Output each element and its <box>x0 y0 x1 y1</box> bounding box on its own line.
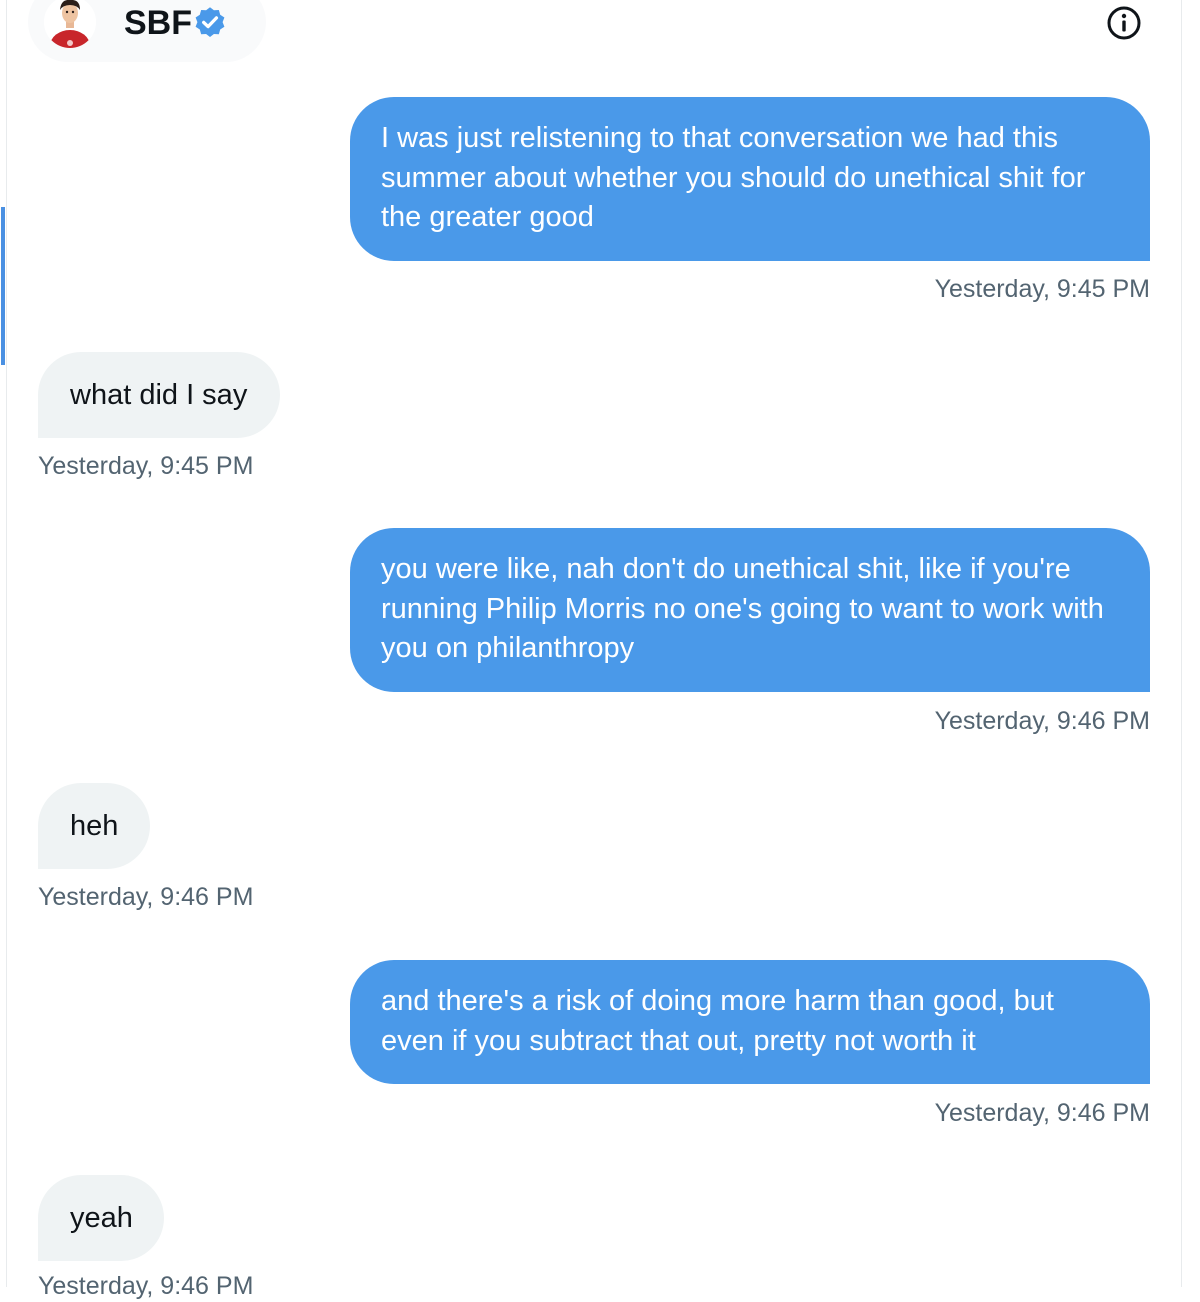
message-timestamp: Yesterday, 9:45 PM <box>38 452 254 480</box>
message-text: heh <box>70 810 119 842</box>
incoming-message[interactable]: yeah <box>38 1175 164 1261</box>
outgoing-message[interactable]: and there's a risk of doing more harm th… <box>350 960 1150 1084</box>
message-timestamp: Yesterday, 9:46 PM <box>934 1099 1150 1127</box>
message-line: summer about whether you should do uneth… <box>381 161 1086 194</box>
outgoing-message[interactable]: you were like, nah don't do unethical sh… <box>350 528 1150 692</box>
incoming-message[interactable]: heh <box>38 783 150 869</box>
message-line: you were like, nah don't do unethical sh… <box>381 553 1071 585</box>
message-line: and there's a risk of doing more harm th… <box>381 985 1054 1017</box>
message-text: yeah <box>70 1202 133 1234</box>
contact-name[interactable]: SBF <box>124 2 192 44</box>
message-line: you on philanthropy <box>381 632 635 664</box>
message-timestamp: Yesterday, 9:46 PM <box>38 883 254 911</box>
message-line: the greater good <box>381 201 594 233</box>
message-timestamp: Yesterday, 9:45 PM <box>934 275 1150 303</box>
message-line: even if you subtract that out, pretty no… <box>381 1024 976 1057</box>
verified-badge-icon <box>195 7 225 37</box>
message-line: I was just relistening to that conversat… <box>381 122 1059 154</box>
message-timestamp: Yesterday, 9:46 PM <box>38 1272 254 1300</box>
message-timestamp: Yesterday, 9:46 PM <box>934 707 1150 735</box>
outgoing-message[interactable]: I was just relistening to that conversat… <box>350 97 1150 261</box>
message-text: what did I say <box>70 379 248 411</box>
scroll-indicator[interactable] <box>1 207 5 365</box>
message-line: running Philip Morris no one's going to … <box>381 592 1104 625</box>
incoming-message[interactable]: what did I say <box>38 352 280 438</box>
info-icon[interactable] <box>1105 4 1143 42</box>
